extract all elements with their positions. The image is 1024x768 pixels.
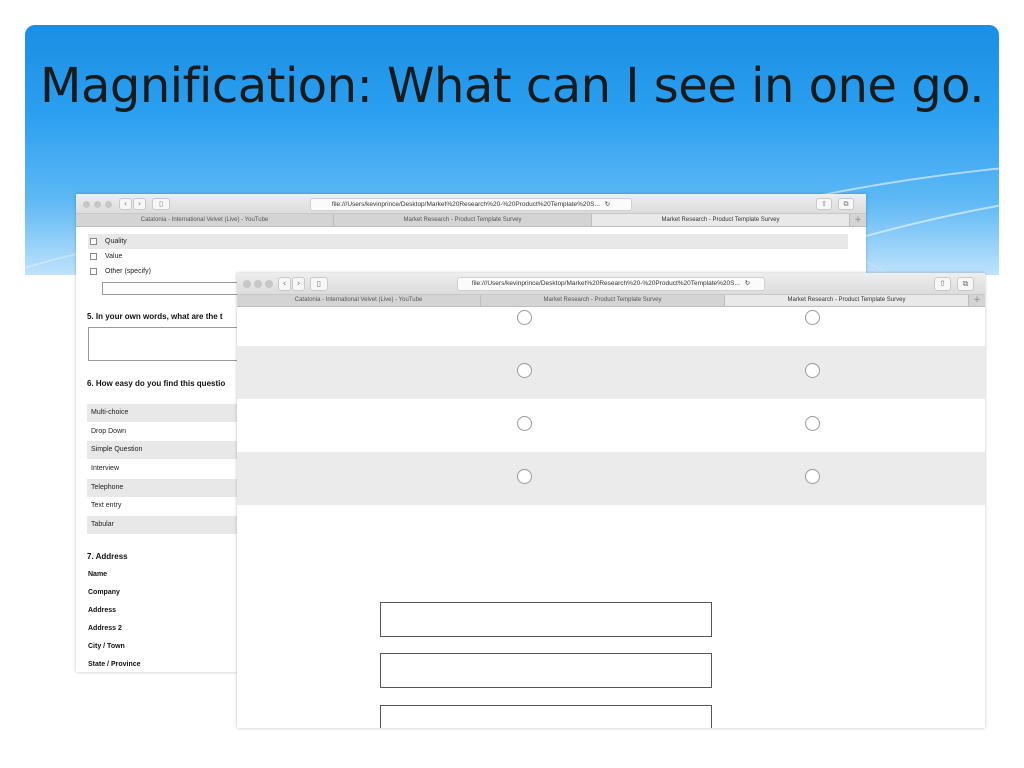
chevron-right-icon: › <box>137 199 142 208</box>
address-label-company: Company <box>88 589 120 596</box>
back-button[interactable]: ‹ <box>278 277 291 291</box>
question-6-label: 6. How easy do you find this questio <box>87 379 226 388</box>
checkbox-label: Value <box>105 253 123 260</box>
url-text: file:///Users/kevinprince/Desktop/Market… <box>331 201 600 208</box>
tabs-overview-button[interactable]: ⧉ <box>838 198 854 210</box>
minimize-window-icon[interactable] <box>254 280 262 288</box>
reload-icon[interactable]: ↻ <box>605 201 610 208</box>
plus-icon[interactable]: + <box>850 214 866 226</box>
address-company-input[interactable] <box>380 653 712 688</box>
zoom-window-icon[interactable] <box>105 201 112 208</box>
radio-button[interactable] <box>517 363 532 378</box>
share-icon: ⇧ <box>821 200 827 208</box>
url-text: file:///Users/kevinprince/Desktop/Market… <box>471 280 740 287</box>
slide-title: Magnification: What can I see in one go. <box>40 58 984 114</box>
chevron-right-icon: › <box>296 279 301 289</box>
address-label-address: Address <box>88 607 117 614</box>
tab-survey-active[interactable]: Market Research - Product Template Surve… <box>592 214 850 226</box>
browser-window-front: ‹ › ▯ file:///Users/kevinprince/Desktop/… <box>237 273 985 728</box>
tabs-overview-icon: ⧉ <box>843 200 849 208</box>
close-window-icon[interactable] <box>243 280 251 288</box>
tab-survey[interactable]: Market Research - Product Template Surve… <box>334 214 592 226</box>
address-bar[interactable]: file:///Users/kevinprince/Desktop/Market… <box>457 277 765 291</box>
close-window-icon[interactable] <box>83 201 90 208</box>
share-button[interactable]: ⇧ <box>816 198 832 210</box>
minimize-window-icon[interactable] <box>94 201 101 208</box>
back-button[interactable]: ‹ <box>119 198 132 210</box>
chevron-left-icon: ‹ <box>282 279 287 289</box>
browser-toolbar: ‹ › ▯ file:///Users/kevinprince/Desktop/… <box>237 273 985 295</box>
radio-button[interactable] <box>805 469 820 484</box>
tab-youtube[interactable]: Catatonia - International Velvet (Live) … <box>237 295 481 306</box>
address-label-name: Name <box>88 571 108 578</box>
chevron-left-icon: ‹ <box>123 199 128 208</box>
tab-survey[interactable]: Market Research - Product Template Surve… <box>481 295 725 306</box>
checkbox-quality[interactable] <box>90 238 97 245</box>
sidebar-button[interactable]: ▯ <box>152 198 170 210</box>
checkbox-other[interactable] <box>90 268 97 275</box>
radio-button[interactable] <box>517 416 532 431</box>
address-label-state: State / Province <box>88 661 141 668</box>
plus-icon[interactable]: + <box>969 295 985 306</box>
address-label-city: City / Town <box>88 643 125 650</box>
tabs-overview-button[interactable]: ⧉ <box>957 277 974 291</box>
radio-button[interactable] <box>517 310 532 325</box>
browser-toolbar: ‹ › ▯ file:///Users/kevinprince/Desktop/… <box>76 194 866 214</box>
question-5-textarea[interactable] <box>88 327 248 361</box>
radio-button[interactable] <box>805 310 820 325</box>
sidebar-icon: ▯ <box>159 200 163 208</box>
forward-button[interactable]: › <box>133 198 146 210</box>
share-icon: ⇧ <box>939 279 946 288</box>
address-name-input[interactable] <box>380 602 712 637</box>
radio-button[interactable] <box>805 416 820 431</box>
tab-bar: Catatonia - International Velvet (Live) … <box>237 295 985 307</box>
address-label-address-2: Address 2 <box>88 625 122 632</box>
address-line-input[interactable] <box>380 705 712 728</box>
zoom-window-icon[interactable] <box>265 280 273 288</box>
checkbox-value[interactable] <box>90 253 97 260</box>
tab-survey-active[interactable]: Market Research - Product Template Surve… <box>725 295 969 306</box>
tabs-overview-icon: ⧉ <box>962 279 969 288</box>
checkbox-label: Quality <box>105 238 127 245</box>
radio-button[interactable] <box>517 469 532 484</box>
radio-matrix-row <box>237 346 985 399</box>
sidebar-button[interactable]: ▯ <box>310 277 328 291</box>
checkbox-option-row: Quality <box>88 234 848 249</box>
forward-button[interactable]: › <box>292 277 305 291</box>
tab-bar: Catatonia - International Velvet (Live) … <box>76 214 866 227</box>
share-button[interactable]: ⇧ <box>934 277 951 291</box>
question-7-label: 7. Address <box>87 552 128 561</box>
question-5-label: 5. In your own words, what are the t <box>87 312 223 321</box>
tab-youtube[interactable]: Catatonia - International Velvet (Live) … <box>76 214 334 226</box>
sidebar-icon: ▯ <box>316 279 322 288</box>
checkbox-option-row: Value <box>88 249 848 264</box>
radio-button[interactable] <box>805 363 820 378</box>
address-bar[interactable]: file:///Users/kevinprince/Desktop/Market… <box>310 198 632 211</box>
checkbox-label: Other (specify) <box>105 268 151 275</box>
radio-matrix-row <box>237 452 985 505</box>
other-specify-input[interactable] <box>102 282 242 295</box>
radio-matrix-row <box>237 399 985 452</box>
reload-icon[interactable]: ↻ <box>745 280 750 287</box>
